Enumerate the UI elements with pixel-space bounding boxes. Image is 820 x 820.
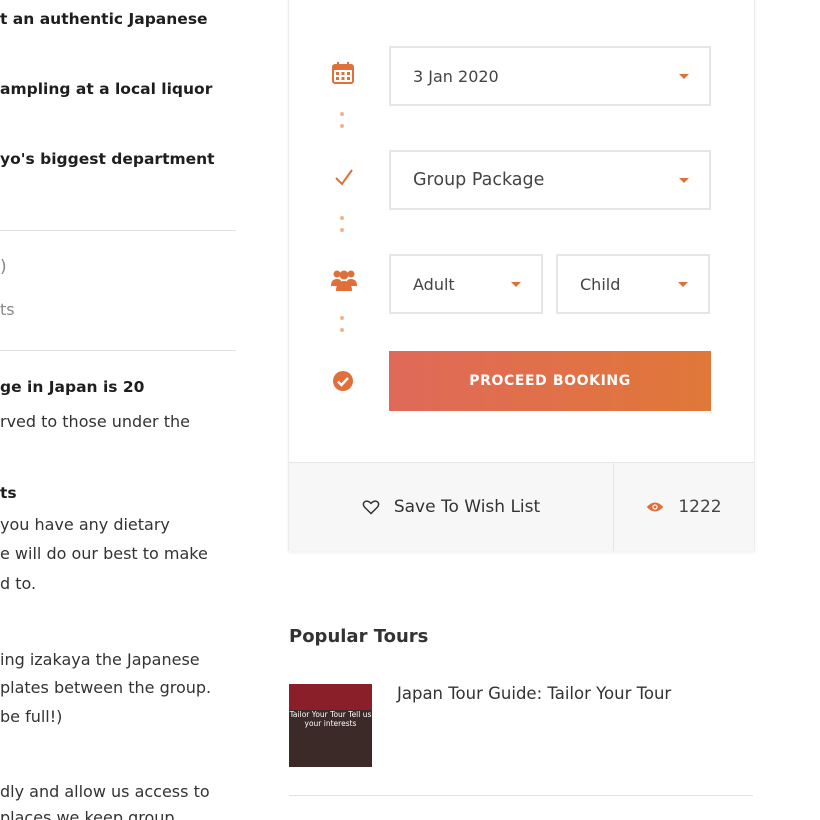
wish-label: Save To Wish List	[393, 497, 541, 517]
access-line: places we keep group	[0, 808, 175, 820]
child-label: Child	[580, 274, 621, 294]
proceed-booking-button[interactable]: PROCEED BOOKING	[389, 351, 711, 411]
group-icon	[330, 267, 358, 293]
rating-text: )	[0, 257, 7, 277]
thumb-caption: Tailor Your Tour Tell us your interests	[289, 710, 372, 728]
date-select[interactable]: 3 Jan 2020	[389, 46, 711, 106]
itinerary-item-2: ampling at a local liquor	[0, 80, 213, 98]
popular-tours-heading: Popular Tours	[289, 626, 429, 647]
tour-thumbnail[interactable]: Tailor Your Tour Tell us your interests	[289, 684, 372, 767]
age-text: rved to those under the	[0, 412, 190, 431]
eye-icon	[646, 501, 664, 513]
heart-icon	[362, 499, 380, 515]
tour-description-column: t an authentic Japanese ampling at a loc…	[0, 0, 236, 820]
check-icon	[331, 164, 357, 190]
date-value: 3 Jan 2020	[413, 66, 499, 86]
izakaya-line: plates between the group.	[0, 678, 212, 697]
views-counter: 1222	[614, 463, 754, 551]
access-line: dly and allow us access to	[0, 782, 210, 801]
booking-card: 3 Jan 2020 Group Package Adult Child PRO…	[288, 0, 755, 551]
divider	[0, 230, 236, 231]
itinerary-item-1: t an authentic Japanese	[0, 10, 208, 28]
check-circle-icon	[331, 369, 355, 393]
itinerary-item-3: yo's biggest department	[0, 150, 215, 168]
izakaya-line: ing izakaya the Japanese	[0, 650, 200, 669]
adult-select[interactable]: Adult	[389, 254, 543, 314]
reviews-link[interactable]: ts	[0, 300, 15, 319]
save-to-wish-list-button[interactable]: Save To Wish List	[289, 463, 613, 551]
package-select[interactable]: Group Package	[389, 150, 711, 210]
step-connector	[340, 216, 344, 240]
chevron-down-icon	[679, 74, 689, 79]
tour-link[interactable]: Japan Tour Guide: Tailor Your Tour	[397, 684, 671, 703]
calendar-icon	[330, 60, 356, 86]
diet-heading: ts	[0, 484, 17, 502]
chevron-down-icon	[511, 282, 521, 287]
diet-line: you have any dietary	[0, 515, 170, 534]
diet-line: d to.	[0, 574, 37, 593]
age-heading: ge in Japan is 20	[0, 378, 145, 396]
thumb-sign	[289, 684, 372, 710]
izakaya-line: be full!)	[0, 707, 63, 726]
card-footer: Save To Wish List 1222	[289, 462, 754, 551]
chevron-down-icon	[678, 282, 688, 287]
views-count: 1222	[678, 497, 722, 517]
step-connector	[340, 316, 344, 340]
divider	[0, 350, 236, 351]
diet-line: e will do our best to make	[0, 544, 208, 563]
child-select[interactable]: Child	[556, 254, 710, 314]
chevron-down-icon	[679, 178, 689, 183]
step-connector	[340, 112, 344, 136]
package-value: Group Package	[413, 170, 545, 190]
adult-label: Adult	[413, 274, 455, 294]
divider	[289, 795, 753, 796]
